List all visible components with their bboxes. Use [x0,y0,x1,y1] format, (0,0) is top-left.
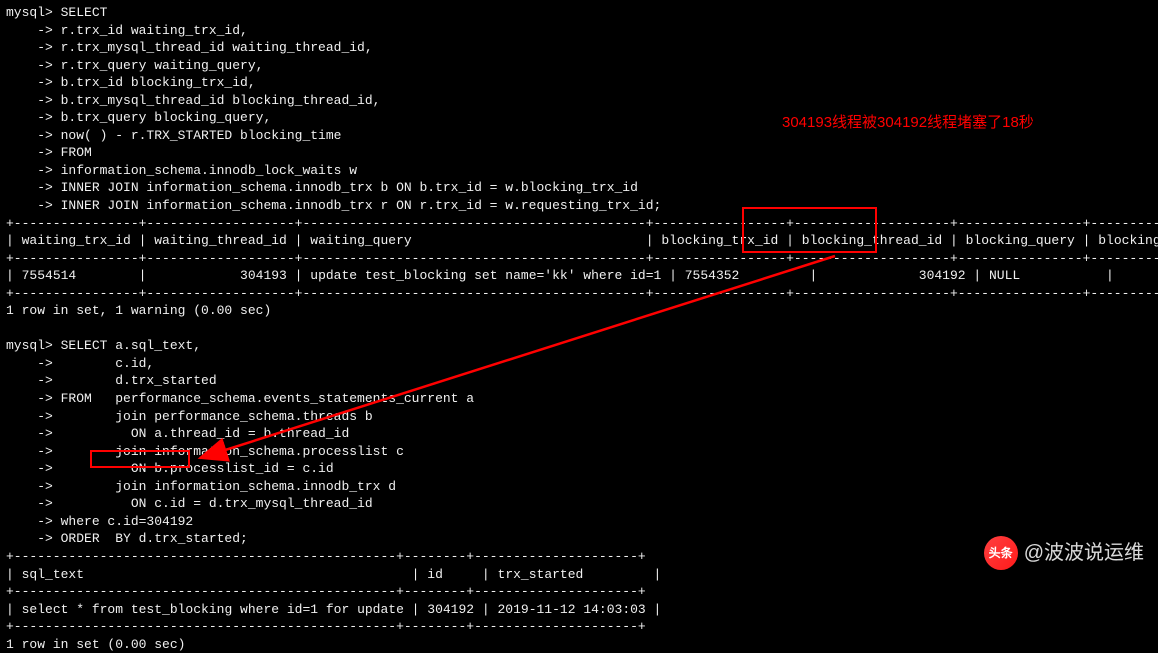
sql-line: -> r.trx_query waiting_query, [6,57,1152,75]
sql-line: -> join information_schema.processlist c [6,443,1152,461]
sql-line: -> join information_schema.innodb_trx d [6,478,1152,496]
sql-line: -> r.trx_mysql_thread_id waiting_thread_… [6,39,1152,57]
sql-line: -> ORDER BY d.trx_started; [6,530,1152,548]
table-border: +----------------+-------------------+--… [6,215,1152,233]
result-status: 1 row in set (0.00 sec) [6,636,1152,653]
sql-line: mysql> SELECT a.sql_text, [6,337,1152,355]
table-data-row: | select * from test_blocking where id=1… [6,601,1152,619]
sql-line: -> INNER JOIN information_schema.innodb_… [6,197,1152,215]
blank-line [6,320,1152,338]
sql-line: -> ON a.thread_id = b.thread_id [6,425,1152,443]
sql-line: -> INNER JOIN information_schema.innodb_… [6,179,1152,197]
table-border: +---------------------------------------… [6,548,1152,566]
table-border: +---------------------------------------… [6,618,1152,636]
sql-line: mysql> SELECT [6,4,1152,22]
table-border: +----------------+-------------------+--… [6,285,1152,303]
sql-line: -> r.trx_id waiting_trx_id, [6,22,1152,40]
watermark: 头条 @波波说运维 [984,536,1144,570]
terminal-output: mysql> SELECT -> r.trx_id waiting_trx_id… [6,4,1152,653]
watermark-logo-icon: 头条 [984,536,1018,570]
watermark-label: @波波说运维 [1024,540,1144,567]
table-data-row: | 7554514 | 304193 | update test_blockin… [6,267,1152,285]
sql-line: -> b.trx_id blocking_trx_id, [6,74,1152,92]
annotation-text: 304193线程被304192线程堵塞了18秒 [782,113,1034,133]
sql-line: -> FROM performance_schema.events_statem… [6,390,1152,408]
sql-line: -> where c.id=304192 [6,513,1152,531]
table-header-row: | waiting_trx_id | waiting_thread_id | w… [6,232,1152,250]
sql-line: -> information_schema.innodb_lock_waits … [6,162,1152,180]
sql-line: -> d.trx_started [6,372,1152,390]
result-status: 1 row in set, 1 warning (0.00 sec) [6,302,1152,320]
sql-line: -> ON b.processlist_id = c.id [6,460,1152,478]
sql-line: -> FROM [6,144,1152,162]
table-border: +---------------------------------------… [6,583,1152,601]
sql-line: -> b.trx_mysql_thread_id blocking_thread… [6,92,1152,110]
sql-line: -> ON c.id = d.trx_mysql_thread_id [6,495,1152,513]
sql-line: -> c.id, [6,355,1152,373]
table-border: +----------------+-------------------+--… [6,250,1152,268]
table-header-row: | sql_text | id | trx_started | [6,566,1152,584]
sql-line: -> join performance_schema.threads b [6,408,1152,426]
